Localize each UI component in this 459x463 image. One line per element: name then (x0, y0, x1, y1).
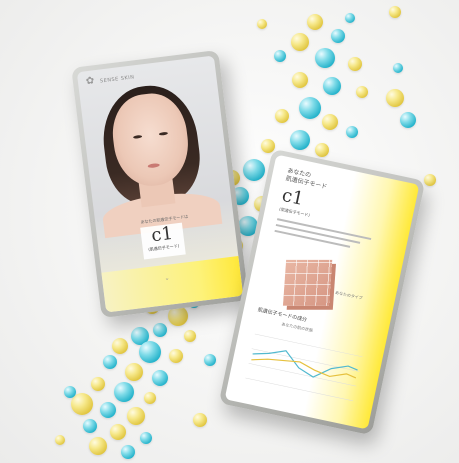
bubble (153, 323, 167, 337)
bubble (257, 19, 267, 29)
phone-left-screen: ✿ SENSE SKIN あなたの肌遺伝子モードは c1 (肌遺伝子モード) ⌄ (76, 55, 244, 313)
bubble (140, 432, 152, 444)
bubble (290, 130, 310, 150)
bubble (64, 386, 76, 398)
bubble (103, 355, 117, 369)
bubble (55, 435, 65, 445)
bubble (112, 338, 128, 354)
logo-text: SENSE SKIN (99, 74, 135, 85)
bubble (125, 363, 143, 381)
skin-cube-illustration (282, 259, 333, 306)
result-code-card: c1 (肌遺伝子モード) (140, 222, 186, 260)
bubble (323, 77, 341, 95)
bubble (424, 174, 436, 186)
phone-left: ✿ SENSE SKIN あなたの肌遺伝子モードは c1 (肌遺伝子モード) ⌄ (71, 49, 249, 319)
bubble (71, 393, 93, 415)
bubble (307, 14, 323, 30)
result-code-large: c1 (280, 184, 306, 210)
bubble (356, 86, 368, 98)
product-photo: ✿ SENSE SKIN あなたの肌遺伝子モードは c1 (肌遺伝子モード) ⌄… (0, 0, 459, 463)
bubble (110, 424, 126, 440)
bubble (114, 382, 134, 402)
bubble (121, 445, 135, 459)
bubble (348, 57, 362, 71)
bubble (261, 139, 275, 153)
app-logo: ✿ SENSE SKIN (85, 73, 135, 88)
line-chart (245, 333, 363, 402)
bubble (139, 341, 161, 363)
bubble (331, 29, 345, 43)
bubble (100, 402, 116, 418)
bubble (169, 349, 183, 363)
bubble (152, 370, 168, 386)
logo-icon: ✿ (85, 75, 96, 88)
bubble (315, 48, 335, 68)
bubble (386, 89, 404, 107)
bubble (204, 354, 216, 366)
bubble (291, 33, 309, 51)
bubble (393, 63, 403, 73)
bubble (91, 377, 105, 391)
bubble (315, 143, 329, 157)
bubble (292, 72, 308, 88)
bubble (127, 407, 145, 425)
bubble (243, 159, 265, 181)
scroll-down-icon: ⌄ (164, 274, 170, 283)
description-text-block (274, 218, 372, 256)
bubble (275, 109, 289, 123)
bubble (299, 97, 321, 119)
bubble (144, 392, 156, 404)
bubble (345, 13, 355, 23)
cube-label: あなたのタイプ (334, 289, 364, 301)
bubble (346, 126, 358, 138)
bubble (83, 419, 97, 433)
bubble (184, 330, 196, 342)
bubble (389, 6, 401, 18)
bubble (274, 50, 286, 62)
bubble (193, 413, 207, 427)
bubble (89, 437, 107, 455)
bubble (400, 112, 416, 128)
bubble (322, 114, 338, 130)
